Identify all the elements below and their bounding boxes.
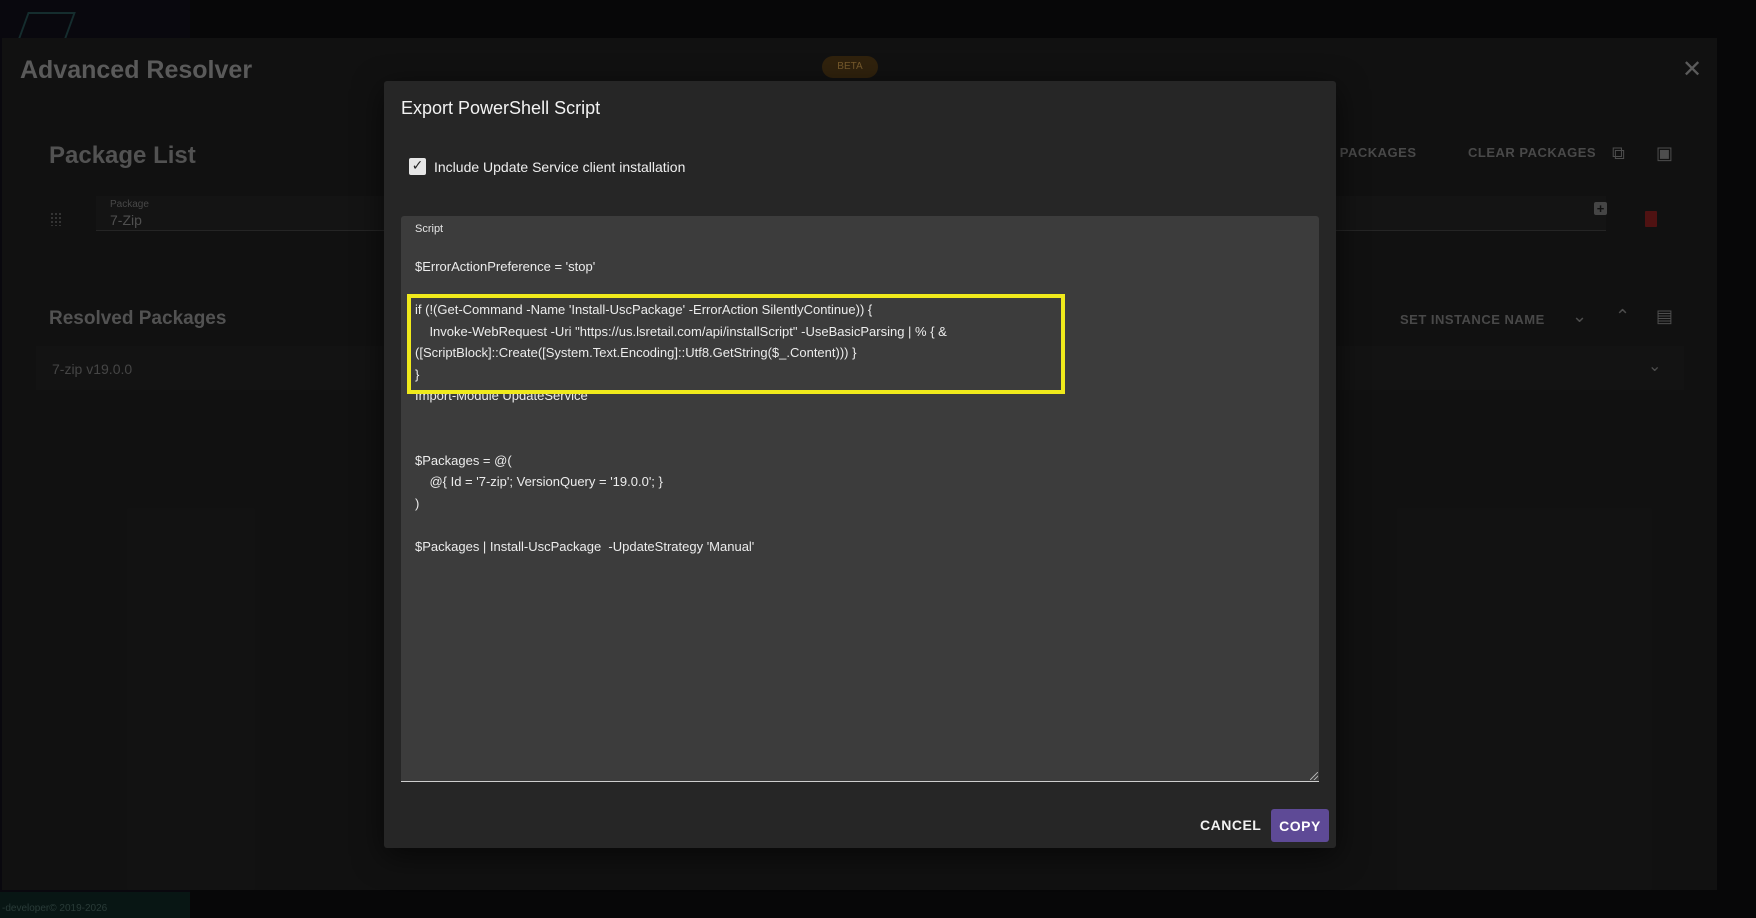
code-line: $Packages = @( bbox=[415, 452, 512, 468]
include-usc-checkbox[interactable]: ✓ bbox=[409, 157, 426, 175]
highlight-box bbox=[407, 294, 1065, 394]
code-line: @{ Id = '7-zip'; VersionQuery = '19.0.0'… bbox=[415, 474, 663, 489]
code-line: $Packages | Install-UscPackage -UpdateSt… bbox=[415, 538, 755, 554]
code-line: $ErrorActionPreference = 'stop' bbox=[415, 259, 596, 274]
resize-handle[interactable] bbox=[1310, 772, 1318, 780]
script-label: Script bbox=[415, 223, 444, 235]
cancel-button[interactable]: CANCEL bbox=[1200, 817, 1261, 833]
checkmark-icon: ✓ bbox=[411, 157, 424, 173]
dialog-title: Export PowerShell Script bbox=[401, 98, 601, 118]
script-textarea[interactable]: Script $ErrorActionPreference = 'stop' i… bbox=[401, 216, 1319, 782]
copy-button[interactable]: COPY bbox=[1271, 809, 1329, 842]
include-usc-checkbox-label[interactable]: Include Update Service client installati… bbox=[434, 159, 685, 175]
export-script-dialog: Export PowerShell Script ✓ Include Updat… bbox=[384, 81, 1336, 848]
code-line: ) bbox=[415, 495, 420, 511]
